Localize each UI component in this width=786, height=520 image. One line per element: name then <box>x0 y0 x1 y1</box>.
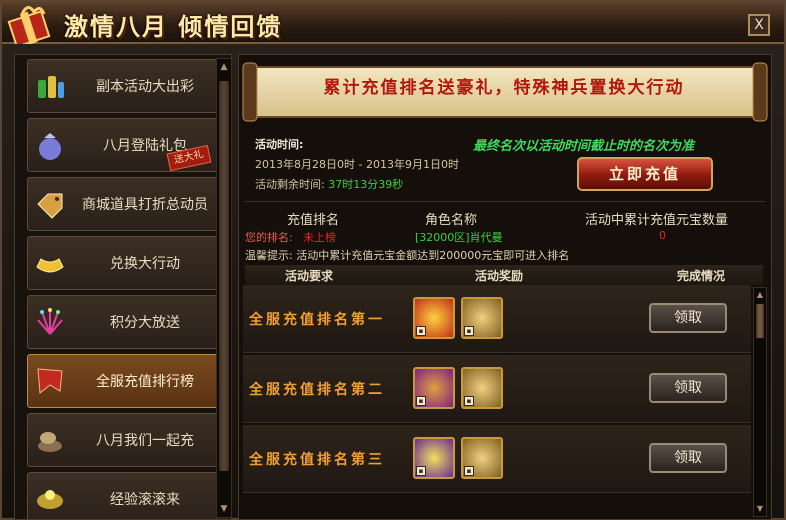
fireworks-icon <box>37 308 63 335</box>
requirement-header: 活动要求 <box>285 269 334 283</box>
rank-requirement: 全服充值排名第三 <box>249 452 385 468</box>
sidebar-item-exchange[interactable]: 兑换大行动 <box>27 236 227 290</box>
reward-list-scrollbar[interactable]: ▲ ▼ <box>753 287 767 517</box>
lock-icon: ▪ <box>464 326 474 336</box>
lock-icon: ▪ <box>464 466 474 476</box>
remaining-time-value: 37时13分39秒 <box>328 178 404 191</box>
reward-table-header: 活动要求 活动奖励 完成情况 <box>245 265 763 285</box>
sidebar-item-dungeon[interactable]: 副本活动大出彩 <box>27 59 227 113</box>
scroll-up-arrow-icon[interactable]: ▲ <box>754 289 766 301</box>
claim-button[interactable]: 领取 <box>649 373 727 403</box>
claim-button[interactable]: 领取 <box>649 303 727 333</box>
activity-info: 活动时间: 2013年8月28日0时 - 2013年9月1日0时 活动剩余时间:… <box>255 135 505 195</box>
discount-tag-icon <box>37 193 63 219</box>
table-row: 全服充值排名第一 ▪ ▪ 领取 <box>243 285 751 353</box>
sword-scroll-icon[interactable]: ▪ <box>461 367 503 409</box>
window-title: 激情八月 倾情回馈 <box>64 12 283 41</box>
gem-bag-icon[interactable]: ▪ <box>413 437 455 479</box>
scroll-down-arrow-icon[interactable]: ▼ <box>218 503 230 515</box>
table-row: 全服充值排名第三 ▪ ▪ 领取 <box>243 425 751 493</box>
lock-icon: ▪ <box>416 326 426 336</box>
sidebar-item-experience[interactable]: 经验滚滚来 <box>27 472 227 519</box>
amount-column-header: 活动中累计充值元宝数量 <box>585 213 729 228</box>
ranking-panel: 累计充值排名送豪礼，特殊神兵置换大行动 活动时间: 2013年8月28日0时 -… <box>238 54 772 520</box>
role-column-header: 角色名称 <box>425 213 478 228</box>
gold-chest-icon[interactable]: ▪ <box>413 297 455 339</box>
scroll-thumb[interactable] <box>756 304 764 338</box>
sidebar-item-label: 经验滚滚来 <box>110 492 180 508</box>
scroll-down-arrow-icon[interactable]: ▼ <box>754 503 766 515</box>
title-bar: 激情八月 倾情回馈 X <box>2 2 784 44</box>
rank-requirement: 全服充值排名第二 <box>249 382 385 398</box>
sidebar-item-label: 副本活动大出彩 <box>96 79 194 95</box>
claim-button[interactable]: 领取 <box>649 443 727 473</box>
rank-requirement: 全服充值排名第一 <box>249 312 385 328</box>
close-button[interactable]: X <box>748 14 770 36</box>
gift-bag-icon <box>39 133 61 160</box>
sidebar-item-mall-discount[interactable]: 商城道具打折总动员 <box>27 177 227 231</box>
sidebar-item-login-gift[interactable]: 八月登陆礼包 送大礼 <box>27 118 227 172</box>
potion-bottles-icon <box>38 76 64 98</box>
banner-headline: 累计充值排名送豪礼，特殊神兵置换大行动 <box>323 78 685 98</box>
reward-header: 活动奖励 <box>475 269 524 283</box>
lock-icon: ▪ <box>464 396 474 406</box>
treasure-bag-icon[interactable]: ▪ <box>413 367 455 409</box>
status-header: 完成情况 <box>677 269 726 283</box>
coin-pile-icon <box>38 432 62 452</box>
sidebar-item-recharge-ranking[interactable]: 全服充值排行榜 <box>27 354 227 408</box>
sidebar-item-points[interactable]: 积分大放送 <box>27 295 227 349</box>
activity-sidebar: 副本活动大出彩 八月登陆礼包 送大礼 商城道具打折总动员 兑换大行动 积分大放送… <box>14 54 232 520</box>
my-rank-label: 您的排名: <box>245 231 293 244</box>
reward-list: 全服充值排名第一 ▪ ▪ 领取 全服充值排名第二 ▪ ▪ 领取 全服充值排名第三… <box>243 285 751 519</box>
sword-scroll-icon[interactable]: ▪ <box>461 297 503 339</box>
sidebar-item-label: 全服充值排行榜 <box>96 374 194 390</box>
scroll-thumb[interactable] <box>219 81 229 471</box>
role-name: [32000区]肖代曼 <box>415 231 503 244</box>
divider <box>245 201 765 202</box>
exp-orb-icon <box>37 490 63 509</box>
rank-column-header: 充值排名 <box>287 213 340 228</box>
sidebar-item-label: 兑换大行动 <box>110 256 180 272</box>
sword-scroll-icon[interactable]: ▪ <box>461 437 503 479</box>
ranking-tip: 温馨提示: 活动中累计充值元宝金额达到200000元宝即可进入排名 <box>245 249 570 262</box>
event-window: 激情八月 倾情回馈 X 副本活动大出彩 八月登陆礼包 送大礼 商城道具打折总动员 <box>0 0 786 520</box>
gold-ingot-icon <box>36 258 64 273</box>
sidebar-item-label: 八月我们一起充 <box>96 433 194 449</box>
activity-dates: 2013年8月28日0时 - 2013年9月1日0时 <box>255 158 459 171</box>
recharge-now-button[interactable]: 立即充值 <box>577 157 713 191</box>
gift-box-icon <box>7 6 51 44</box>
sidebar-item-recharge-together[interactable]: 八月我们一起充 <box>27 413 227 467</box>
remaining-time-label: 活动剩余时间: <box>255 178 325 191</box>
sidebar-item-label: 积分大放送 <box>110 315 180 331</box>
lock-icon: ▪ <box>416 466 426 476</box>
my-rank-value: 未上榜 <box>303 231 336 244</box>
recharge-amount: 0 <box>659 229 666 242</box>
sidebar-item-label: 商城道具打折总动员 <box>82 197 208 213</box>
red-banner-icon <box>37 368 63 394</box>
lock-icon: ▪ <box>416 396 426 406</box>
sidebar-scrollbar[interactable]: ▲ ▼ <box>216 58 232 518</box>
scroll-up-arrow-icon[interactable]: ▲ <box>218 61 230 73</box>
final-rank-notice: 最终名次以活动时间截止时的名次为准 <box>473 139 695 154</box>
activity-time-header: 活动时间: <box>255 138 304 151</box>
table-row: 全服充值排名第二 ▪ ▪ 领取 <box>243 355 751 423</box>
